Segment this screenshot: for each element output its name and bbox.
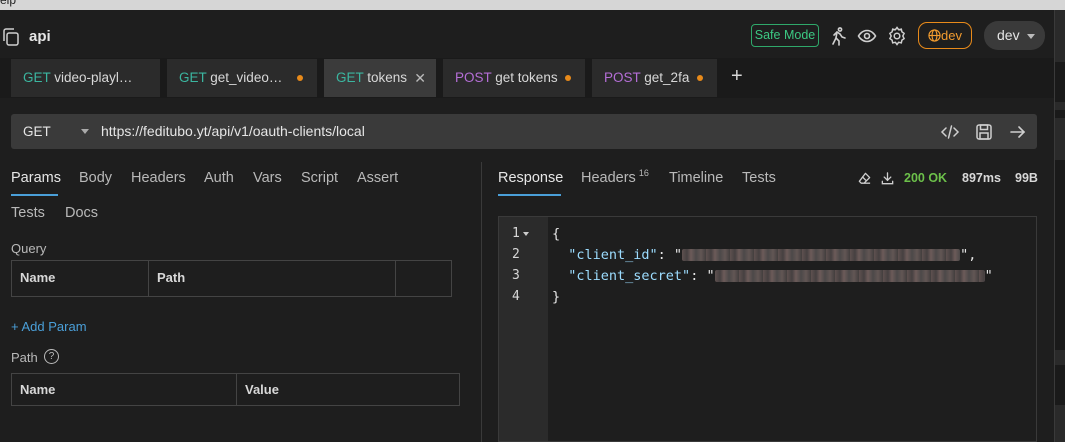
line-number: 4 (512, 289, 520, 304)
add-tab-icon[interactable]: + (731, 65, 743, 88)
tab-name: get_2fa (644, 70, 690, 85)
active-tab-indicator (11, 194, 58, 196)
line-number: 1 (512, 226, 520, 241)
chevron-down-icon (1027, 34, 1035, 39)
tab-body[interactable]: Body (79, 170, 112, 186)
request-tab[interactable]: GET video-playl… (11, 59, 160, 97)
close-icon[interactable]: ✕ (414, 59, 426, 97)
tab-name: video-playl… (54, 70, 133, 85)
response-time: 897ms (962, 171, 1001, 185)
tab-response[interactable]: Response (498, 170, 563, 186)
tab-method: POST (455, 70, 492, 85)
request-tab-active[interactable]: GET tokens ✕ (324, 59, 436, 97)
url-input[interactable]: https://feditubo.yt/api/v1/oauth-clients… (101, 114, 365, 149)
json-key: "client_secret" (568, 268, 691, 284)
unsaved-dot (697, 75, 703, 81)
request-tab[interactable]: GET get_video… (167, 59, 317, 97)
add-param-button[interactable]: + Add Param (11, 319, 87, 334)
pane-divider[interactable] (481, 162, 482, 442)
request-tabs-bar: GET video-playl… GET get_video… GET toke… (0, 58, 1054, 98)
method-select[interactable]: GET (23, 114, 51, 149)
tab-response-headers-label: Headers (581, 170, 636, 186)
globe-icon (928, 29, 941, 42)
environment-select-value: dev (997, 27, 1020, 43)
url-bar: GET https://feditubo.yt/api/v1/oauth-cli… (11, 114, 1037, 149)
json-brace: { (552, 226, 561, 242)
tab-name: get tokens (495, 70, 558, 85)
download-icon[interactable] (880, 171, 895, 186)
collection-title: api (29, 28, 51, 45)
line-number: 3 (512, 268, 520, 283)
collection-icon[interactable] (0, 26, 22, 48)
chevron-down-icon[interactable] (81, 129, 89, 134)
title-bar: api Safe Mode dev dev (0, 10, 1054, 58)
send-arrow-icon[interactable] (1008, 122, 1028, 142)
column-header-name: Name (12, 374, 237, 405)
json-key: "client_id" (568, 247, 658, 263)
json-brace: } (552, 289, 561, 305)
tab-script[interactable]: Script (301, 170, 338, 186)
tab-auth[interactable]: Auth (204, 170, 234, 186)
tab-docs[interactable]: Docs (65, 205, 98, 221)
tab-tests[interactable]: Tests (11, 205, 45, 221)
environment-select[interactable]: dev (984, 21, 1045, 50)
path-label: Path (11, 350, 38, 365)
window-edge-scrollbar[interactable] (1054, 10, 1065, 442)
tab-method: GET (336, 70, 364, 85)
column-header-name: Name (12, 261, 149, 296)
tab-assert[interactable]: Assert (357, 170, 398, 186)
tab-name: tokens (367, 70, 408, 85)
tab-response-headers[interactable]: Headers 16 (581, 168, 649, 186)
environment-badge-label: dev (941, 28, 962, 43)
line-number: 2 (512, 247, 520, 262)
column-header-path: Path (149, 261, 396, 296)
tab-method: GET (23, 70, 51, 85)
help-icon[interactable]: ? (44, 349, 59, 364)
tab-method: GET (179, 70, 207, 85)
line-number-gutter: 1 2 3 4 (499, 217, 548, 441)
tab-vars[interactable]: Vars (253, 170, 282, 186)
json-line: "client_id": " ", (568, 247, 977, 263)
response-body-editor[interactable]: 1 2 3 4 { "client_id": " ", "client_secre… (498, 216, 1037, 442)
unsaved-dot (565, 75, 571, 81)
tab-response-tests[interactable]: Tests (742, 170, 776, 186)
column-header-value: Value (245, 382, 279, 397)
eraser-icon[interactable] (857, 171, 872, 186)
tab-method: POST (604, 70, 641, 85)
environment-badge[interactable]: dev (918, 22, 972, 49)
status-code: 200 OK (904, 171, 948, 185)
runner-icon[interactable] (828, 26, 848, 46)
request-tab[interactable]: POST get tokens (443, 59, 585, 97)
path-params-table: Name Value (11, 373, 460, 406)
response-size: 99B (1015, 171, 1038, 185)
menu-bar: elp (0, 0, 1065, 10)
redacted-value (714, 270, 985, 282)
request-tab[interactable]: POST get_2fa (592, 59, 717, 97)
query-label: Query (11, 241, 47, 256)
menu-help[interactable]: elp (0, 0, 16, 7)
eye-icon[interactable] (857, 26, 877, 46)
tab-name: get_video… (210, 70, 283, 85)
safe-mode-button[interactable]: Safe Mode (751, 24, 819, 47)
tab-headers[interactable]: Headers (131, 170, 186, 186)
gear-icon[interactable] (887, 26, 907, 46)
save-icon[interactable] (974, 122, 994, 142)
active-tab-indicator (498, 194, 561, 196)
headers-count-badge: 16 (638, 168, 649, 178)
query-params-table: Name Path (11, 260, 452, 297)
tab-params[interactable]: Params (11, 170, 61, 186)
json-line: "client_secret": " " (568, 268, 993, 284)
code-icon[interactable] (940, 122, 960, 142)
tab-timeline[interactable]: Timeline (669, 170, 723, 186)
fold-arrow-icon[interactable] (523, 232, 529, 236)
unsaved-dot (297, 75, 303, 81)
redacted-value (682, 249, 961, 261)
